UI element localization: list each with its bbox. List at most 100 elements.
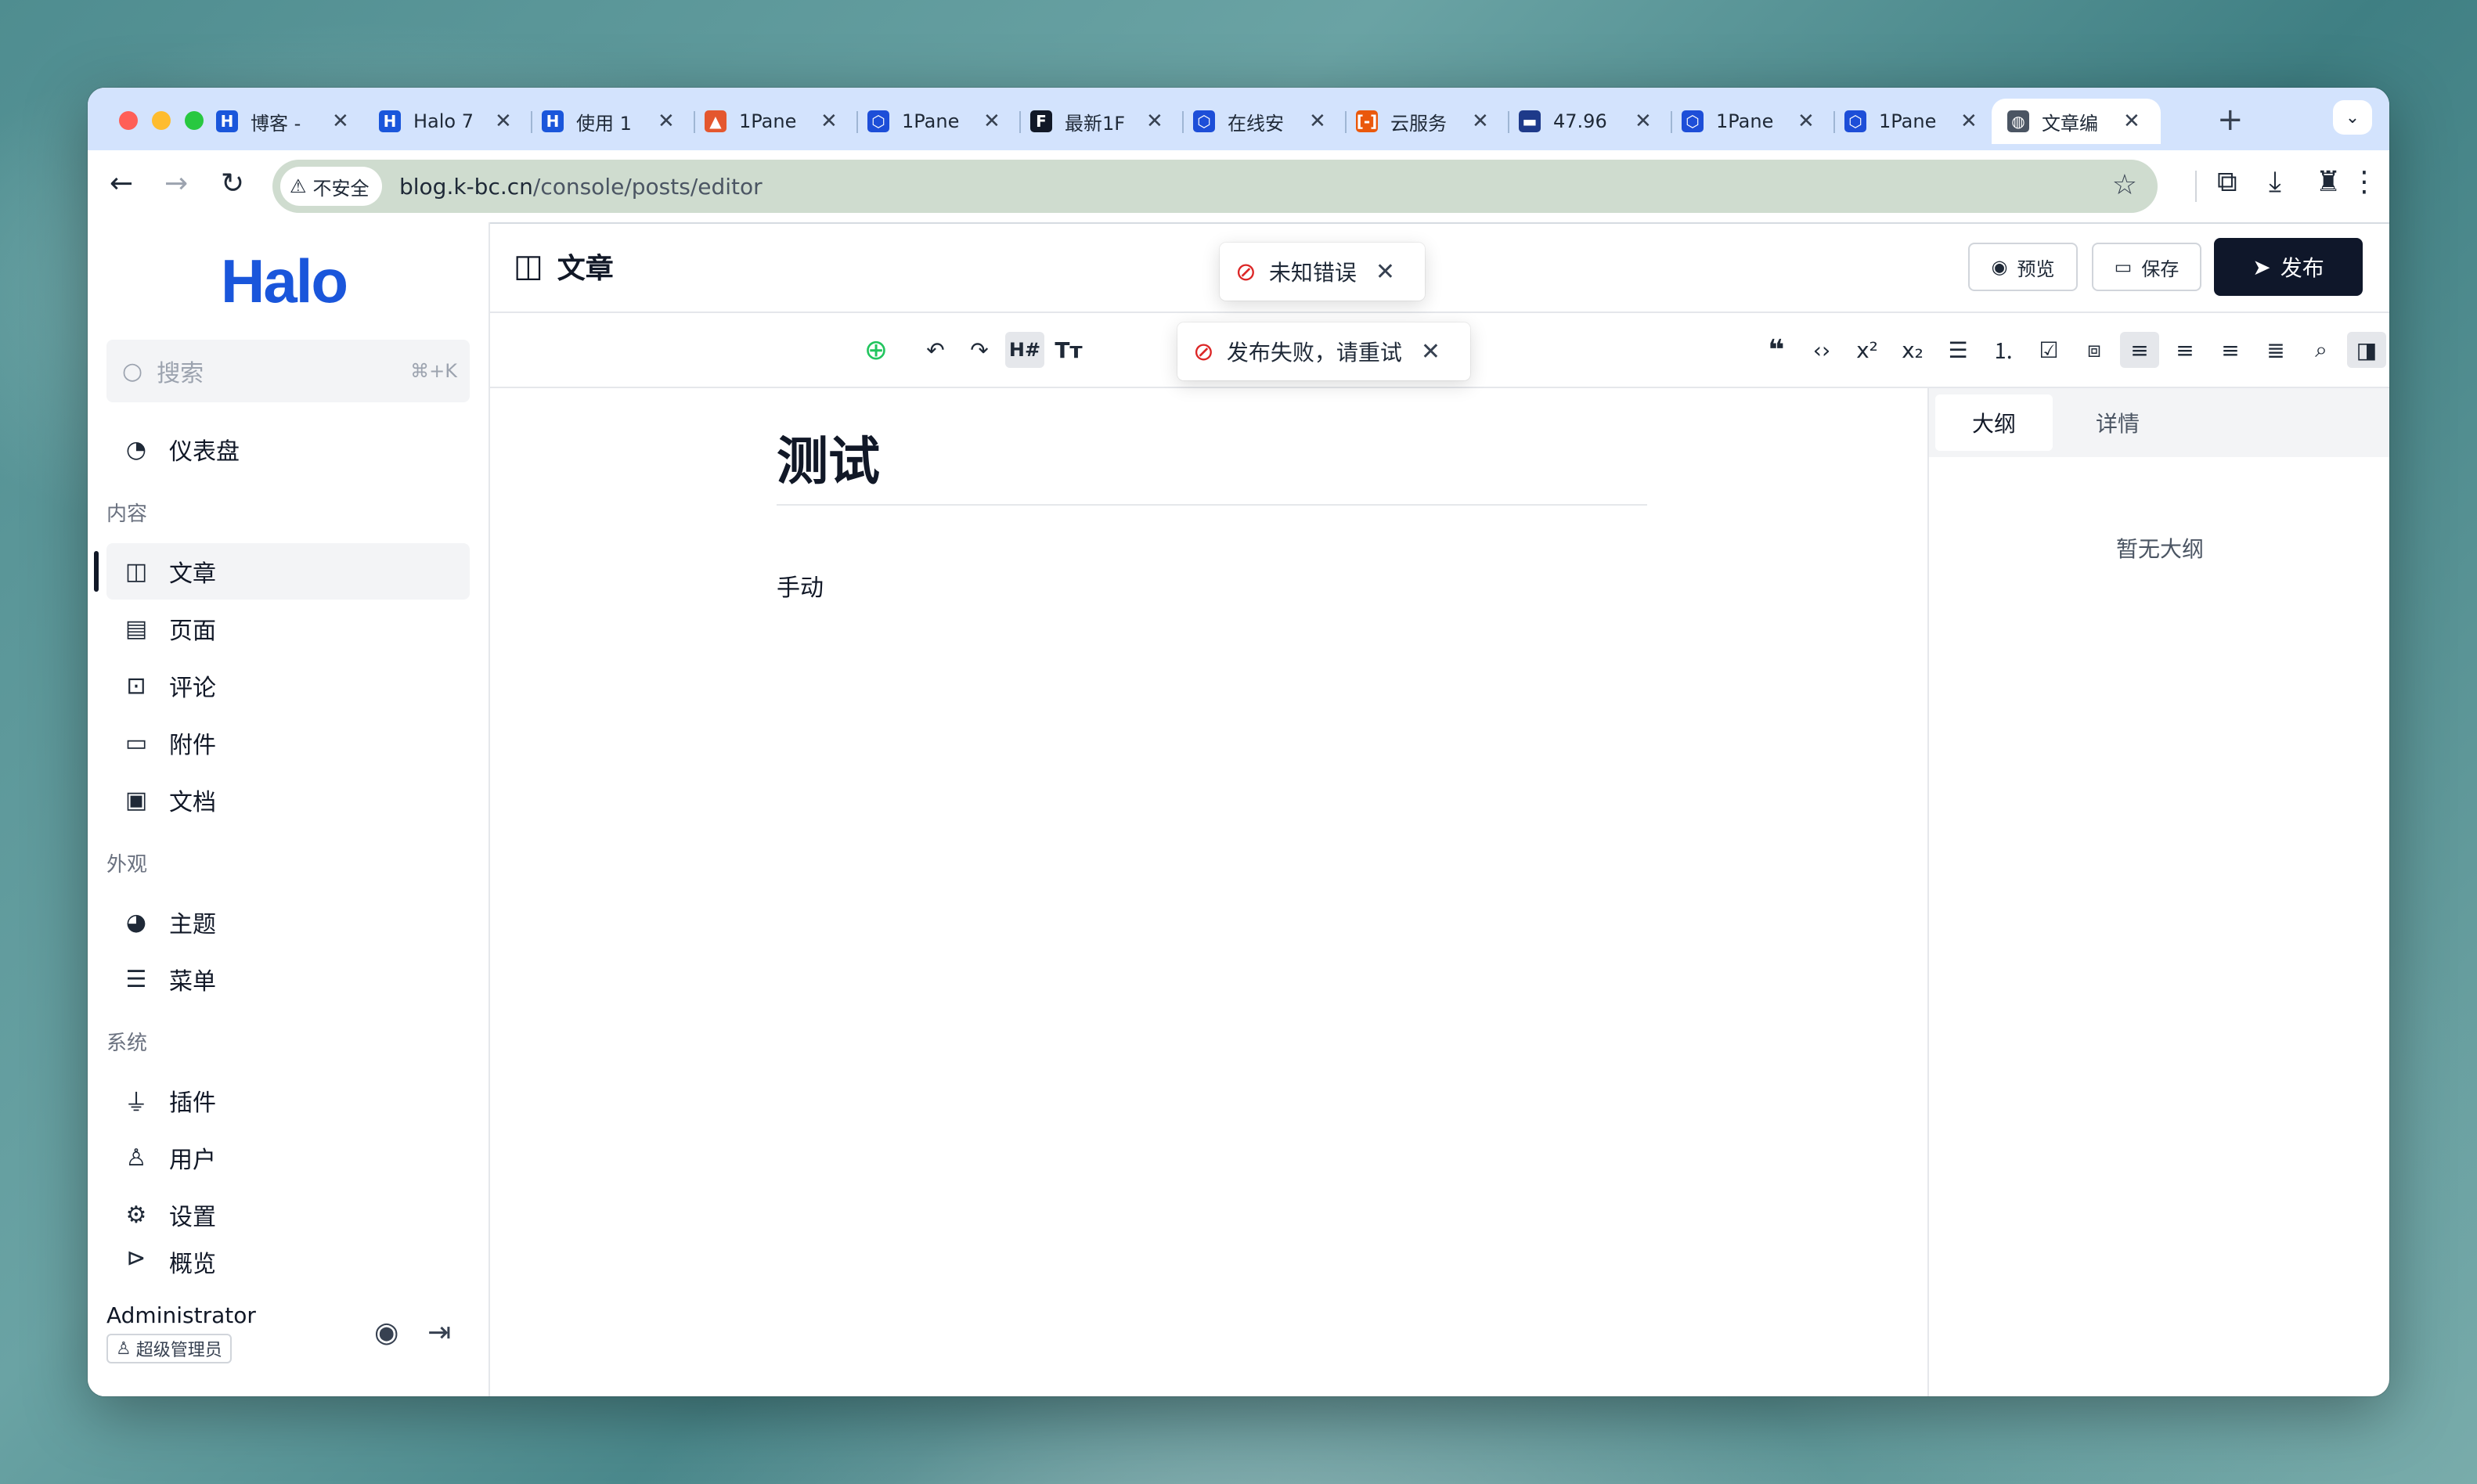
tab-title: 使用 1 bbox=[576, 112, 632, 135]
tab-search-button[interactable]: ⌄ bbox=[2333, 100, 2372, 135]
sidebar-item-posts[interactable]: ◫ 文章 bbox=[94, 543, 470, 600]
publish-button[interactable]: ➤ 发布 bbox=[2214, 238, 2363, 296]
more-menu-icon[interactable]: ⋮ bbox=[2350, 166, 2378, 198]
insert-block-button[interactable]: ⊕ bbox=[856, 332, 896, 368]
bullet-list-button[interactable]: ☰ bbox=[1938, 332, 1978, 368]
toggle-sidebar-button[interactable]: ◨ bbox=[2347, 332, 2386, 368]
blockquote-button[interactable]: ❝ bbox=[1757, 332, 1796, 368]
tab-close-icon[interactable]: ✕ bbox=[1309, 110, 1326, 133]
redo-button[interactable]: ↷ bbox=[960, 332, 999, 368]
new-tab-button[interactable]: + bbox=[2217, 102, 2244, 138]
redo-icon: ↷ bbox=[970, 337, 989, 363]
extensions-icon[interactable]: ⧉ bbox=[2217, 166, 2237, 199]
profile-icon[interactable]: ♜ bbox=[2316, 166, 2341, 198]
tab-close-icon[interactable]: ✕ bbox=[820, 110, 838, 133]
forward-button[interactable]: → bbox=[164, 167, 188, 200]
reload-icon: ↻ bbox=[221, 167, 245, 200]
ordered-list-icon: ⒈ bbox=[1992, 338, 2014, 364]
align-left-button[interactable]: ≡ bbox=[2120, 332, 2159, 368]
chevron-down-icon: ⌄ bbox=[2345, 107, 2360, 128]
code-block-button[interactable]: ⧈ bbox=[2075, 332, 2114, 368]
sidebar-item-dashboard[interactable]: ◔ 仪表盘 bbox=[106, 421, 470, 477]
browser-tab[interactable]: F 最新1F ✕ bbox=[1030, 99, 1171, 144]
sidebar-item-pages[interactable]: ▤ 页面 bbox=[106, 600, 470, 657]
zoom-window-button[interactable] bbox=[185, 111, 204, 130]
preview-button[interactable]: ◉ 预览 bbox=[1968, 243, 2078, 291]
editor-area[interactable]: 测试 手动 bbox=[489, 388, 1927, 1396]
download-icon[interactable]: ⤓ bbox=[2269, 166, 2281, 199]
logout-button[interactable]: ⇥ bbox=[427, 1317, 451, 1349]
sidebar-item-users[interactable]: ♙ 用户 bbox=[106, 1129, 470, 1186]
browser-tab[interactable]: ▬ 47.96 ✕ bbox=[1519, 99, 1660, 144]
post-title-input[interactable]: 测试 bbox=[777, 420, 1647, 506]
text-size-button[interactable]: Tт bbox=[1049, 332, 1088, 368]
search-replace-button[interactable]: ⌕ bbox=[2302, 332, 2341, 368]
toast-message: 未知错误 bbox=[1268, 260, 1357, 286]
align-center-button[interactable]: ≡ bbox=[2165, 332, 2205, 368]
url-text[interactable]: blog.k-bc.cn/console/posts/editor bbox=[399, 174, 763, 200]
browser-tab[interactable]: ▲ 1Pane ✕ bbox=[705, 99, 845, 144]
sidebar-item-attachments[interactable]: ▭ 附件 bbox=[106, 715, 470, 771]
sidebar-item-comments[interactable]: ⊡ 评论 bbox=[106, 657, 470, 714]
close-window-button[interactable] bbox=[119, 111, 138, 130]
tab-close-icon[interactable]: ✕ bbox=[983, 110, 1001, 133]
browser-tab[interactable]: [-] 云服务 ✕ bbox=[1356, 99, 1497, 144]
code-button[interactable]: ‹› bbox=[1802, 332, 1841, 368]
halo-logo[interactable]: Halo bbox=[221, 246, 348, 317]
ordered-list-button[interactable]: ⒈ bbox=[1984, 332, 2023, 368]
back-button[interactable]: ← bbox=[110, 167, 133, 200]
save-button[interactable]: ▭ 保存 bbox=[2092, 243, 2201, 291]
tab-close-icon[interactable]: ✕ bbox=[1797, 110, 1815, 133]
user-icon: ♙ bbox=[116, 1338, 132, 1359]
editor-side-panel: 大纲 详情 暂无大纲 bbox=[1927, 388, 2389, 1396]
superscript-button[interactable]: x² bbox=[1848, 332, 1887, 368]
task-list-button[interactable]: ☑ bbox=[2029, 332, 2068, 368]
tab-close-icon[interactable]: ✕ bbox=[658, 110, 675, 133]
tab-favicon-icon: ◍ bbox=[2007, 110, 2029, 132]
tab-outline[interactable]: 大纲 bbox=[1935, 394, 2053, 451]
post-content-paragraph[interactable]: 手动 bbox=[777, 568, 824, 603]
browser-tab[interactable]: ◍ 文章编 ✕ bbox=[1992, 99, 2161, 144]
toolbar-divider bbox=[2195, 171, 2197, 202]
align-right-button[interactable]: ≡ bbox=[2211, 332, 2250, 368]
text-size-icon: Tт bbox=[1055, 337, 1083, 363]
address-bar[interactable]: ⚠ 不安全 blog.k-bc.cn/console/posts/editor … bbox=[272, 160, 2158, 213]
undo-button[interactable]: ↶ bbox=[916, 332, 955, 368]
minimize-window-button[interactable] bbox=[152, 111, 171, 130]
subscript-button[interactable]: x₂ bbox=[1893, 332, 1932, 368]
tab-close-icon[interactable]: ✕ bbox=[1635, 110, 1652, 133]
tab-detail[interactable]: 详情 bbox=[2059, 394, 2176, 451]
security-label: 不安全 bbox=[312, 177, 370, 200]
search-box[interactable]: ○ 搜索 ⌘+K bbox=[106, 340, 470, 402]
browser-tab[interactable]: ⬡ 在线安 ✕ bbox=[1193, 99, 1334, 144]
profile-button[interactable]: ◉ bbox=[374, 1317, 398, 1349]
tab-close-icon[interactable]: ✕ bbox=[1472, 110, 1489, 133]
sidebar-item-overview[interactable]: ⊳ 概览 bbox=[106, 1240, 470, 1279]
tab-close-icon[interactable]: ✕ bbox=[495, 110, 512, 133]
reload-button[interactable]: ↻ bbox=[221, 167, 244, 200]
heading-button[interactable]: H# bbox=[1005, 332, 1044, 368]
browser-tab[interactable]: H Halo 7 ✕ bbox=[379, 99, 520, 144]
align-justify-button[interactable]: ≣ bbox=[2256, 332, 2295, 368]
browser-tab[interactable]: H 使用 1 ✕ bbox=[542, 99, 683, 144]
tab-close-icon[interactable]: ✕ bbox=[1146, 110, 1163, 133]
toast-close-button[interactable]: ✕ bbox=[1376, 258, 1395, 286]
browser-tab[interactable]: ⬡ 1Pane ✕ bbox=[1682, 99, 1823, 144]
sidebar-item-menus[interactable]: ☰ 菜单 bbox=[106, 951, 470, 1007]
security-chip[interactable]: ⚠ 不安全 bbox=[280, 167, 382, 206]
browser-tab[interactable]: ⬡ 1Pane ✕ bbox=[867, 99, 1008, 144]
sidebar-item-plugins[interactable]: ⏚ 插件 bbox=[106, 1072, 470, 1129]
page-title: ◫ 文章 bbox=[514, 246, 614, 286]
toast-close-button[interactable]: ✕ bbox=[1421, 338, 1440, 366]
sidebar-item-label: 仪表盘 bbox=[169, 438, 240, 466]
tab-close-icon[interactable]: ✕ bbox=[332, 110, 349, 133]
bookmark-star-icon[interactable]: ☆ bbox=[2112, 169, 2137, 201]
tab-close-icon[interactable]: ✕ bbox=[1960, 110, 1978, 133]
sidebar-item-docs[interactable]: ▣ 文档 bbox=[106, 772, 470, 828]
sidebar-item-themes[interactable]: ◕ 主题 bbox=[106, 894, 470, 950]
sidebar-item-settings[interactable]: ⚙ 设置 bbox=[106, 1187, 470, 1243]
browser-tab[interactable]: H 博客 - ✕ bbox=[216, 99, 357, 144]
halo-console: Halo ○ 搜索 ⌘+K ◔ 仪表盘 内容 ◫ 文章 ▤ 页面 ⊡ 评论 ▭ … bbox=[88, 222, 2389, 1396]
tab-close-icon[interactable]: ✕ bbox=[2123, 110, 2140, 133]
browser-tab[interactable]: ⬡ 1Pane ✕ bbox=[1844, 99, 1985, 144]
